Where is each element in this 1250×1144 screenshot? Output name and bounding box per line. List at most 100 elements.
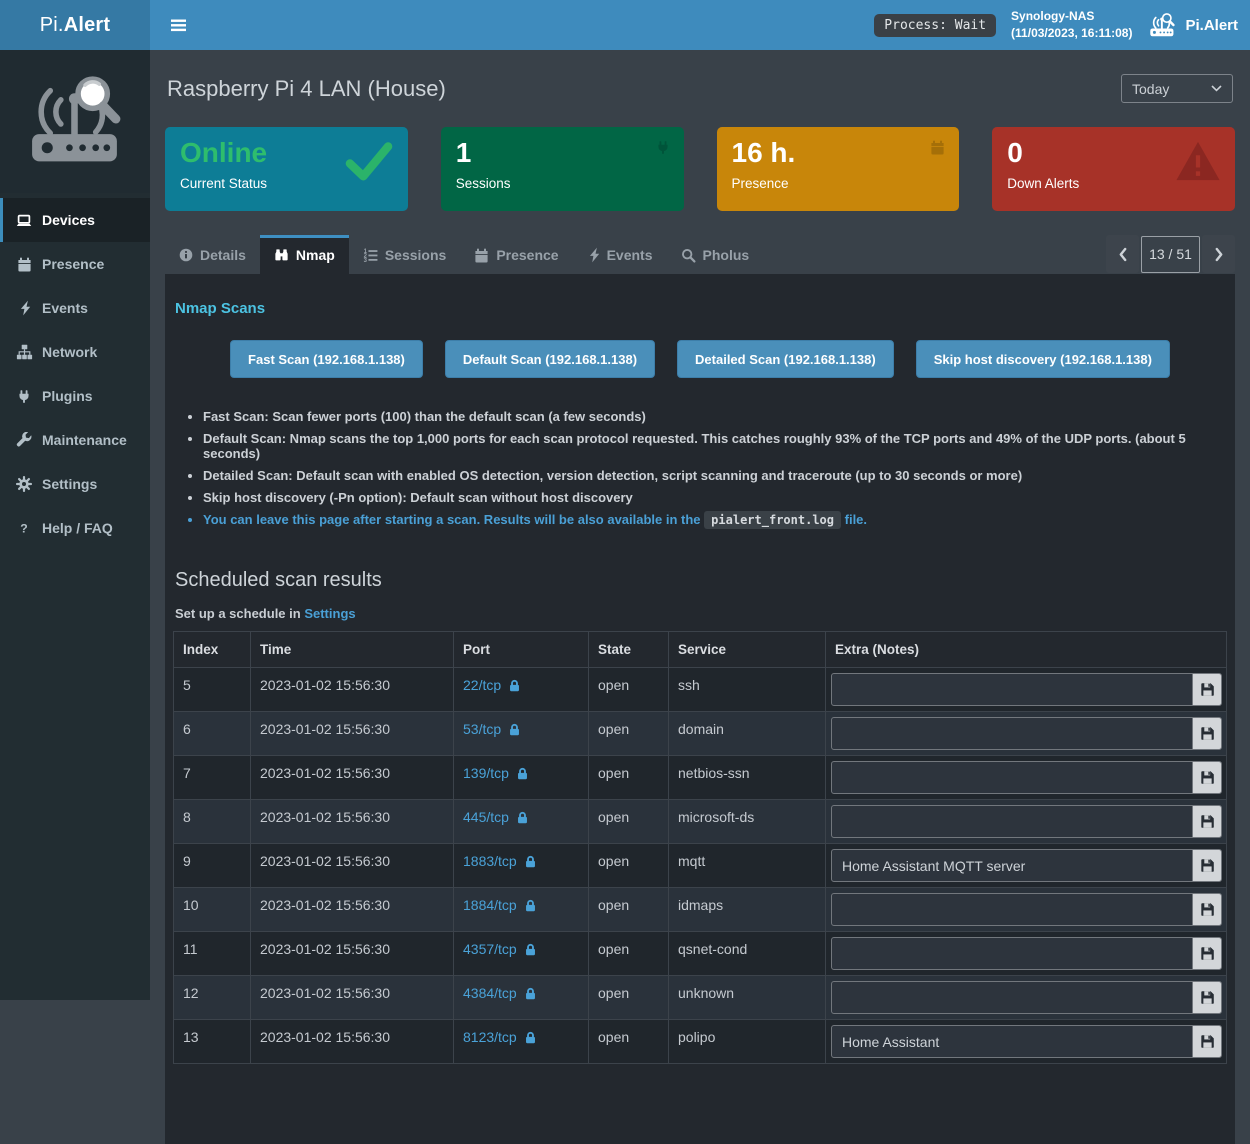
save-icon xyxy=(1200,990,1215,1005)
settings-link[interactable]: Settings xyxy=(304,606,355,621)
table-row-8: 8 2023-01-02 15:56:30 445/tcp open micro… xyxy=(174,800,1227,844)
cell-port: 53/tcp xyxy=(454,712,589,756)
port-link-139-tcp[interactable]: 139/tcp xyxy=(463,765,509,781)
port-link-53-tcp[interactable]: 53/tcp xyxy=(463,721,501,737)
scan-button-fast-scan-192-168-1-138[interactable]: Fast Scan (192.168.1.138) xyxy=(230,340,423,378)
sidebar-item-plugins[interactable]: Plugins xyxy=(0,374,150,418)
save-note-button[interactable] xyxy=(1192,894,1221,925)
column-header-state: State xyxy=(589,632,669,668)
note-input[interactable] xyxy=(832,718,1192,749)
save-note-button[interactable] xyxy=(1192,762,1221,793)
sidebar-item-settings[interactable]: Settings xyxy=(0,462,150,506)
save-note-button[interactable] xyxy=(1192,1026,1221,1057)
sidebar-item-label: Presence xyxy=(42,256,104,272)
save-note-button[interactable] xyxy=(1192,850,1221,881)
navbar-right: Process: Wait Synology-NAS (11/03/2023, … xyxy=(874,8,1238,43)
save-note-button[interactable] xyxy=(1192,806,1221,837)
page-title: Raspberry Pi 4 LAN (House) xyxy=(167,76,446,102)
status-card-sessions[interactable]: 1 Sessions xyxy=(441,127,684,211)
cell-state: open xyxy=(589,756,669,800)
note-input[interactable] xyxy=(832,1026,1192,1057)
sidebar-item-label: Settings xyxy=(42,476,97,492)
scan-info-list: Fast Scan: Scan fewer ports (100) than t… xyxy=(173,409,1227,527)
card-label: Sessions xyxy=(456,176,669,191)
cell-service: qsnet-cond xyxy=(669,932,826,976)
tab-label: Pholus xyxy=(703,247,750,263)
save-icon xyxy=(1200,726,1215,741)
tab-nmap[interactable]: Nmap xyxy=(260,235,349,274)
chevron-right-icon xyxy=(1214,247,1224,262)
lock-icon xyxy=(516,767,529,780)
sidebar: Devices Presence Events Network Plugins xyxy=(0,50,150,1000)
period-select[interactable]: Today xyxy=(1121,74,1233,103)
port-link-8123-tcp[interactable]: 8123/tcp xyxy=(463,1029,517,1045)
note-input[interactable] xyxy=(832,894,1192,925)
chevron-left-icon xyxy=(1118,247,1128,262)
card-label: Presence xyxy=(732,176,945,191)
card-value: 1 xyxy=(456,138,669,167)
cell-port: 1884/tcp xyxy=(454,888,589,932)
save-note-button[interactable] xyxy=(1192,938,1221,969)
note-input[interactable] xyxy=(832,982,1192,1013)
note-input[interactable] xyxy=(832,938,1192,969)
cell-service: domain xyxy=(669,712,826,756)
scan-button-skip-host-discovery-192-168-1-138[interactable]: Skip host discovery (192.168.1.138) xyxy=(916,340,1170,378)
port-link-4384-tcp[interactable]: 4384/tcp xyxy=(463,985,517,1001)
scan-note-text: You can leave this page after starting a… xyxy=(203,512,701,527)
sidebar-item-events[interactable]: Events xyxy=(0,286,150,330)
cell-time: 2023-01-02 15:56:30 xyxy=(251,712,454,756)
tab-presence[interactable]: Presence xyxy=(460,235,572,274)
scan-button-detailed-scan-192-168-1-138[interactable]: Detailed Scan (192.168.1.138) xyxy=(677,340,894,378)
tab-details[interactable]: Details xyxy=(165,235,260,274)
prev-device-button[interactable] xyxy=(1106,235,1139,273)
cell-time: 2023-01-02 15:56:30 xyxy=(251,976,454,1020)
sidebar-item-maintenance[interactable]: Maintenance xyxy=(0,418,150,462)
sidebar-item-devices[interactable]: Devices xyxy=(0,198,150,242)
save-note-button[interactable] xyxy=(1192,982,1221,1013)
note-input[interactable] xyxy=(832,762,1192,793)
cell-index: 12 xyxy=(174,976,251,1020)
cell-state: open xyxy=(589,976,669,1020)
cell-time: 2023-01-02 15:56:30 xyxy=(251,1020,454,1064)
log-file-chip: pialert_front.log xyxy=(704,511,841,529)
sidebar-item-icon xyxy=(15,300,33,316)
save-note-button[interactable] xyxy=(1192,674,1221,705)
status-card-current-status[interactable]: Online Current Status xyxy=(165,127,408,211)
sidebar-menu: Devices Presence Events Network Plugins xyxy=(0,193,150,550)
sidebar-item-icon xyxy=(15,344,33,360)
period-select-value: Today xyxy=(1132,81,1169,97)
cell-service: netbios-ssn xyxy=(669,756,826,800)
host-timestamp: (11/03/2023, 16:11:08) xyxy=(1011,25,1132,42)
scan-button-default-scan-192-168-1-138[interactable]: Default Scan (192.168.1.138) xyxy=(445,340,655,378)
cell-state: open xyxy=(589,1020,669,1064)
note-input[interactable] xyxy=(832,674,1192,705)
cell-time: 2023-01-02 15:56:30 xyxy=(251,932,454,976)
next-device-button[interactable] xyxy=(1202,235,1235,273)
sidebar-item-help-faq[interactable]: ? Help / FAQ xyxy=(0,506,150,550)
port-link-22-tcp[interactable]: 22/tcp xyxy=(463,677,501,693)
tab-pholus[interactable]: Pholus xyxy=(667,235,764,274)
sidebar-item-presence[interactable]: Presence xyxy=(0,242,150,286)
card-icon xyxy=(656,140,670,155)
cell-note xyxy=(826,844,1227,888)
cell-note xyxy=(826,756,1227,800)
status-card-presence[interactable]: 16 h. Presence xyxy=(717,127,960,211)
save-icon xyxy=(1200,814,1215,829)
tab-sessions[interactable]: 123 Sessions xyxy=(349,235,460,274)
sidebar-item-label: Maintenance xyxy=(42,432,127,448)
port-link-4357-tcp[interactable]: 4357/tcp xyxy=(463,941,517,957)
save-note-button[interactable] xyxy=(1192,718,1221,749)
navbar-brand-link[interactable]: Pi.Alert xyxy=(1147,12,1238,39)
sidebar-toggle-button[interactable] xyxy=(164,13,193,38)
tab-label: Events xyxy=(607,247,653,263)
status-card-down-alerts[interactable]: 0 Down Alerts xyxy=(992,127,1235,211)
note-input[interactable] xyxy=(832,806,1192,837)
app-logo[interactable]: Pi.Alert xyxy=(0,0,150,50)
cell-index: 5 xyxy=(174,668,251,712)
port-link-1883-tcp[interactable]: 1883/tcp xyxy=(463,853,517,869)
tab-events[interactable]: Events xyxy=(573,235,667,274)
note-input[interactable] xyxy=(832,850,1192,881)
port-link-1884-tcp[interactable]: 1884/tcp xyxy=(463,897,517,913)
port-link-445-tcp[interactable]: 445/tcp xyxy=(463,809,509,825)
sidebar-item-network[interactable]: Network xyxy=(0,330,150,374)
